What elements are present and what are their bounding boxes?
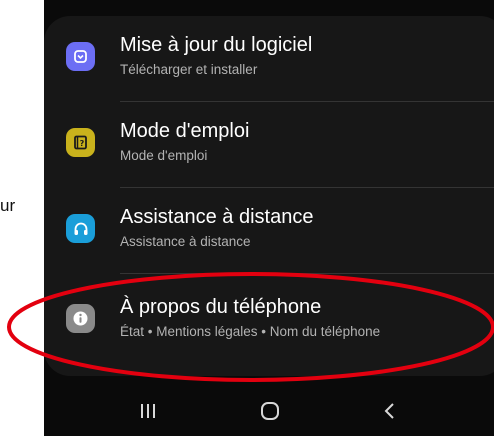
settings-item-subtitle: Mode d'emploi [120, 148, 208, 163]
settings-card: Mise à jour du logiciel Télécharger et i… [44, 16, 494, 376]
user-manual-icon: ? [66, 128, 95, 157]
back-icon [384, 403, 394, 419]
recent-apps-icon [141, 404, 155, 418]
software-update-icon [66, 42, 95, 71]
home-button[interactable] [250, 394, 290, 428]
settings-item-software-update[interactable]: Mise à jour du logiciel Télécharger et i… [44, 16, 494, 102]
settings-item-title: À propos du téléphone [120, 296, 322, 318]
settings-item-subtitle: État • Mentions légales • Nom du télépho… [120, 324, 381, 339]
divider [120, 273, 494, 274]
settings-item-subtitle: Assistance à distance [120, 234, 251, 249]
settings-item-user-manual[interactable]: ? Mode d'emploi Mode d'emploi [44, 102, 494, 188]
settings-item-remote-support[interactable]: Assistance à distance Assistance à dista… [44, 188, 494, 274]
back-button[interactable] [370, 394, 410, 428]
svg-text:?: ? [80, 139, 85, 148]
settings-item-about-phone[interactable]: À propos du téléphone État • Mentions lé… [44, 278, 494, 364]
settings-item-subtitle: Télécharger et installer [120, 62, 258, 77]
settings-item-title: Mise à jour du logiciel [120, 34, 313, 56]
page: ur Mise à jour du logiciel Télécharger e… [0, 0, 494, 436]
margin-text-fragment: ur [0, 196, 16, 215]
headset-icon [66, 214, 95, 243]
home-icon [261, 402, 279, 420]
recent-apps-button[interactable] [128, 394, 168, 428]
settings-item-title: Mode d'emploi [120, 120, 250, 142]
phone-screen: Mise à jour du logiciel Télécharger et i… [44, 0, 494, 436]
navigation-bar [44, 386, 494, 436]
info-icon [66, 304, 95, 333]
settings-item-title: Assistance à distance [120, 206, 314, 228]
